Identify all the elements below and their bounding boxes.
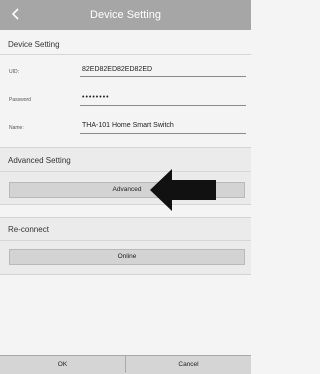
name-underline xyxy=(80,133,246,134)
password-label: Password xyxy=(9,97,31,103)
cancel-button[interactable]: Cancel xyxy=(126,355,251,374)
reconnect-header: Re-connect xyxy=(8,225,49,234)
online-button[interactable]: Online xyxy=(9,249,245,265)
title-bar: Device Setting xyxy=(0,0,251,30)
password-underline xyxy=(80,105,246,106)
page-title: Device Setting xyxy=(90,9,161,21)
section-divider xyxy=(0,240,251,241)
advanced-setting-header: Advanced Setting xyxy=(8,156,71,165)
ok-button[interactable]: OK xyxy=(0,355,125,374)
password-field[interactable]: •••••••• xyxy=(82,94,110,101)
uid-underline xyxy=(80,76,246,77)
uid-label: UID: xyxy=(9,69,19,75)
name-field[interactable]: THA-101 Home Smart Switch xyxy=(82,122,174,129)
name-label: Name: xyxy=(9,125,24,131)
section-divider xyxy=(0,54,251,55)
uid-field[interactable]: 82ED82ED82ED82ED xyxy=(82,66,152,73)
device-setting-header: Device Setting xyxy=(8,40,60,49)
left-arrow-icon xyxy=(150,169,216,211)
